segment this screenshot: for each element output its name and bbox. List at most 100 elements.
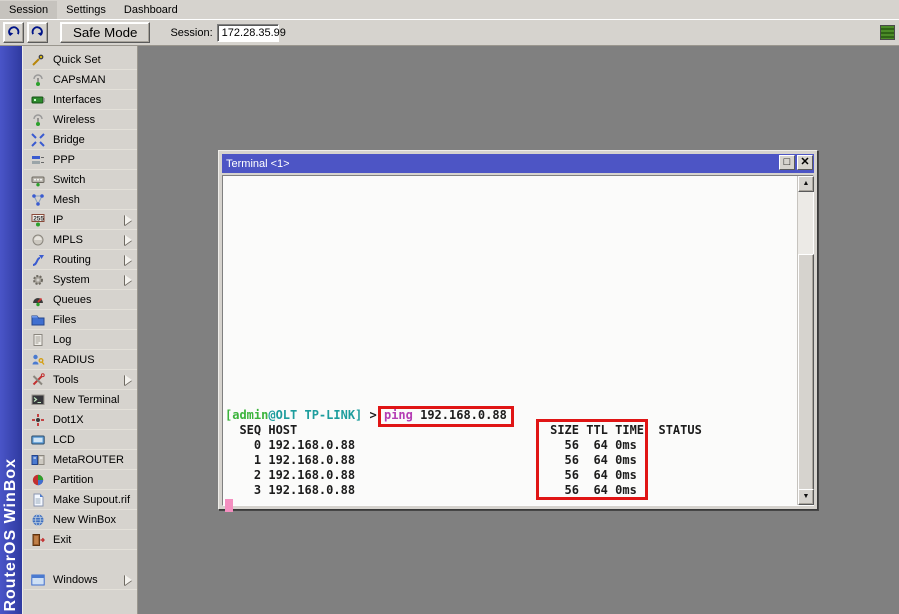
sidebar-item-new-terminal[interactable]: New Terminal [24, 390, 137, 410]
sidebar-item-label: Routing [53, 254, 91, 266]
new-terminal-icon [31, 393, 45, 407]
sidebar-item-dot1x[interactable]: Dot1X [24, 410, 137, 430]
ip-icon: 255 [31, 213, 45, 227]
branding-strip: RouterOS WinBox [0, 46, 22, 614]
sidebar-item-files[interactable]: Files [24, 310, 137, 330]
sidebar-item-label: Dot1X [53, 414, 84, 426]
sidebar-item-wireless[interactable]: Wireless [24, 110, 137, 130]
menu-bar: SessionSettingsDashboard [0, 0, 899, 20]
sidebar-item-make-supout-rif[interactable]: Make Supout.rif [24, 490, 137, 510]
submenu-arrow-icon [125, 235, 132, 245]
queues-icon [31, 293, 45, 307]
sidebar-item-radius[interactable]: RADIUS [24, 350, 137, 370]
dot1x-icon [31, 413, 45, 427]
svg-text:255: 255 [33, 215, 44, 222]
sidebar-item-tools[interactable]: Tools [24, 370, 137, 390]
undo-icon [6, 24, 21, 42]
sidebar-item-label: RADIUS [53, 354, 95, 366]
safe-mode-button[interactable]: Safe Mode [60, 22, 150, 43]
sidebar-item-label: MetaROUTER [53, 454, 124, 466]
sidebar-item-label: CAPsMAN [53, 74, 106, 86]
lcd-icon [31, 433, 45, 447]
session-label: Session: [170, 27, 212, 39]
session-input[interactable]: 172.28.35.99 [217, 24, 279, 42]
sidebar-item-label: Switch [53, 174, 85, 186]
bridge-icon [31, 133, 45, 147]
sidebar-item-mesh[interactable]: Mesh [24, 190, 137, 210]
submenu-arrow-icon [125, 375, 132, 385]
maximize-button[interactable]: □ [779, 155, 795, 170]
sidebar-item-bridge[interactable]: Bridge [24, 130, 137, 150]
menu-item-settings[interactable]: Settings [57, 1, 115, 19]
windows-icon [31, 573, 45, 587]
sidebar-item-label: Exit [53, 534, 71, 546]
mesh-icon [31, 193, 45, 207]
files-icon [31, 313, 45, 327]
sidebar-item-label: Interfaces [53, 94, 101, 106]
log-icon [31, 333, 45, 347]
sidebar-item-quick-set[interactable]: Quick Set [24, 50, 137, 70]
terminal-content[interactable]: [admin@OLT TP-LINK] > ping 192.168.0.88 … [222, 175, 814, 506]
sidebar-item-capsman[interactable]: CAPsMAN [24, 70, 137, 90]
menu-item-dashboard[interactable]: Dashboard [115, 1, 187, 19]
scrollbar-thumb[interactable] [798, 254, 814, 493]
redo-icon [30, 24, 45, 42]
wireless-icon [31, 113, 45, 127]
submenu-arrow-icon [125, 255, 132, 265]
sidebar-item-label: Tools [53, 374, 79, 386]
sidebar-item-windows[interactable]: Windows [24, 570, 137, 590]
sidebar-item-new-winbox[interactable]: New WinBox [24, 510, 137, 530]
sidebar-item-ppp[interactable]: PPP [24, 150, 137, 170]
sidebar-item-label: System [53, 274, 90, 286]
exit-icon [31, 533, 45, 547]
sidebar-item-label: Windows [53, 574, 98, 586]
radius-icon [31, 353, 45, 367]
sidebar-item-label: Make Supout.rif [53, 494, 130, 506]
mpls-icon [31, 233, 45, 247]
terminal-window: Terminal <1> □ ✕ [admin@OLT TP-LINK] > p… [218, 150, 818, 510]
sidebar-item-queues[interactable]: Queues [24, 290, 137, 310]
sidebar-item-label: Queues [53, 294, 92, 306]
toolbar: Safe Mode Session: 172.28.35.99 [0, 20, 899, 46]
sidebar-item-ip[interactable]: 255 IP [24, 210, 137, 230]
sidebar-item-label: New WinBox [53, 514, 116, 526]
sidebar-item-label: New Terminal [53, 394, 119, 406]
terminal-cursor [225, 499, 233, 512]
sidebar-item-label: MPLS [53, 234, 83, 246]
sidebar-item-routing[interactable]: Routing [24, 250, 137, 270]
make-supout-icon [31, 493, 45, 507]
sidebar-item-interfaces[interactable]: Interfaces [24, 90, 137, 110]
sidebar-item-label: Bridge [53, 134, 85, 146]
scroll-up-icon[interactable]: ▲ [798, 176, 814, 192]
sidebar-item-partition[interactable]: Partition [24, 470, 137, 490]
terminal-titlebar[interactable]: Terminal <1> □ ✕ [222, 154, 814, 173]
sidebar-item-mpls[interactable]: MPLS [24, 230, 137, 250]
scroll-down-icon[interactable]: ▼ [798, 489, 814, 505]
close-button[interactable]: ✕ [797, 155, 813, 170]
sidebar-item-label: Log [53, 334, 71, 346]
menu-item-session[interactable]: Session [0, 1, 57, 19]
sidebar-item-metarouter[interactable]: MetaROUTER [24, 450, 137, 470]
partition-icon [31, 473, 45, 487]
sidebar-item-label: PPP [53, 154, 75, 166]
system-icon [31, 273, 45, 287]
sidebar-item-label: IP [53, 214, 63, 226]
annotation-box-command [378, 406, 514, 427]
sidebar-item-log[interactable]: Log [24, 330, 137, 350]
ppp-icon [31, 153, 45, 167]
sidebar-item-system[interactable]: System [24, 270, 137, 290]
switch-icon [31, 173, 45, 187]
undo-button[interactable] [3, 22, 24, 43]
sidebar-item-label: LCD [53, 434, 75, 446]
sidebar-item-label: Wireless [53, 114, 95, 126]
sidebar-item-switch[interactable]: Switch [24, 170, 137, 190]
terminal-title: Terminal <1> [226, 158, 290, 170]
sidebar-item-exit[interactable]: Exit [24, 530, 137, 550]
tools-icon [31, 373, 45, 387]
sidebar-item-lcd[interactable]: LCD [24, 430, 137, 450]
submenu-arrow-icon [125, 575, 132, 585]
redo-button[interactable] [27, 22, 48, 43]
terminal-scrollbar[interactable]: ▲ ▼ [797, 176, 813, 505]
sidebar-item-label: Mesh [53, 194, 80, 206]
sidebar-item-label: Files [53, 314, 76, 326]
